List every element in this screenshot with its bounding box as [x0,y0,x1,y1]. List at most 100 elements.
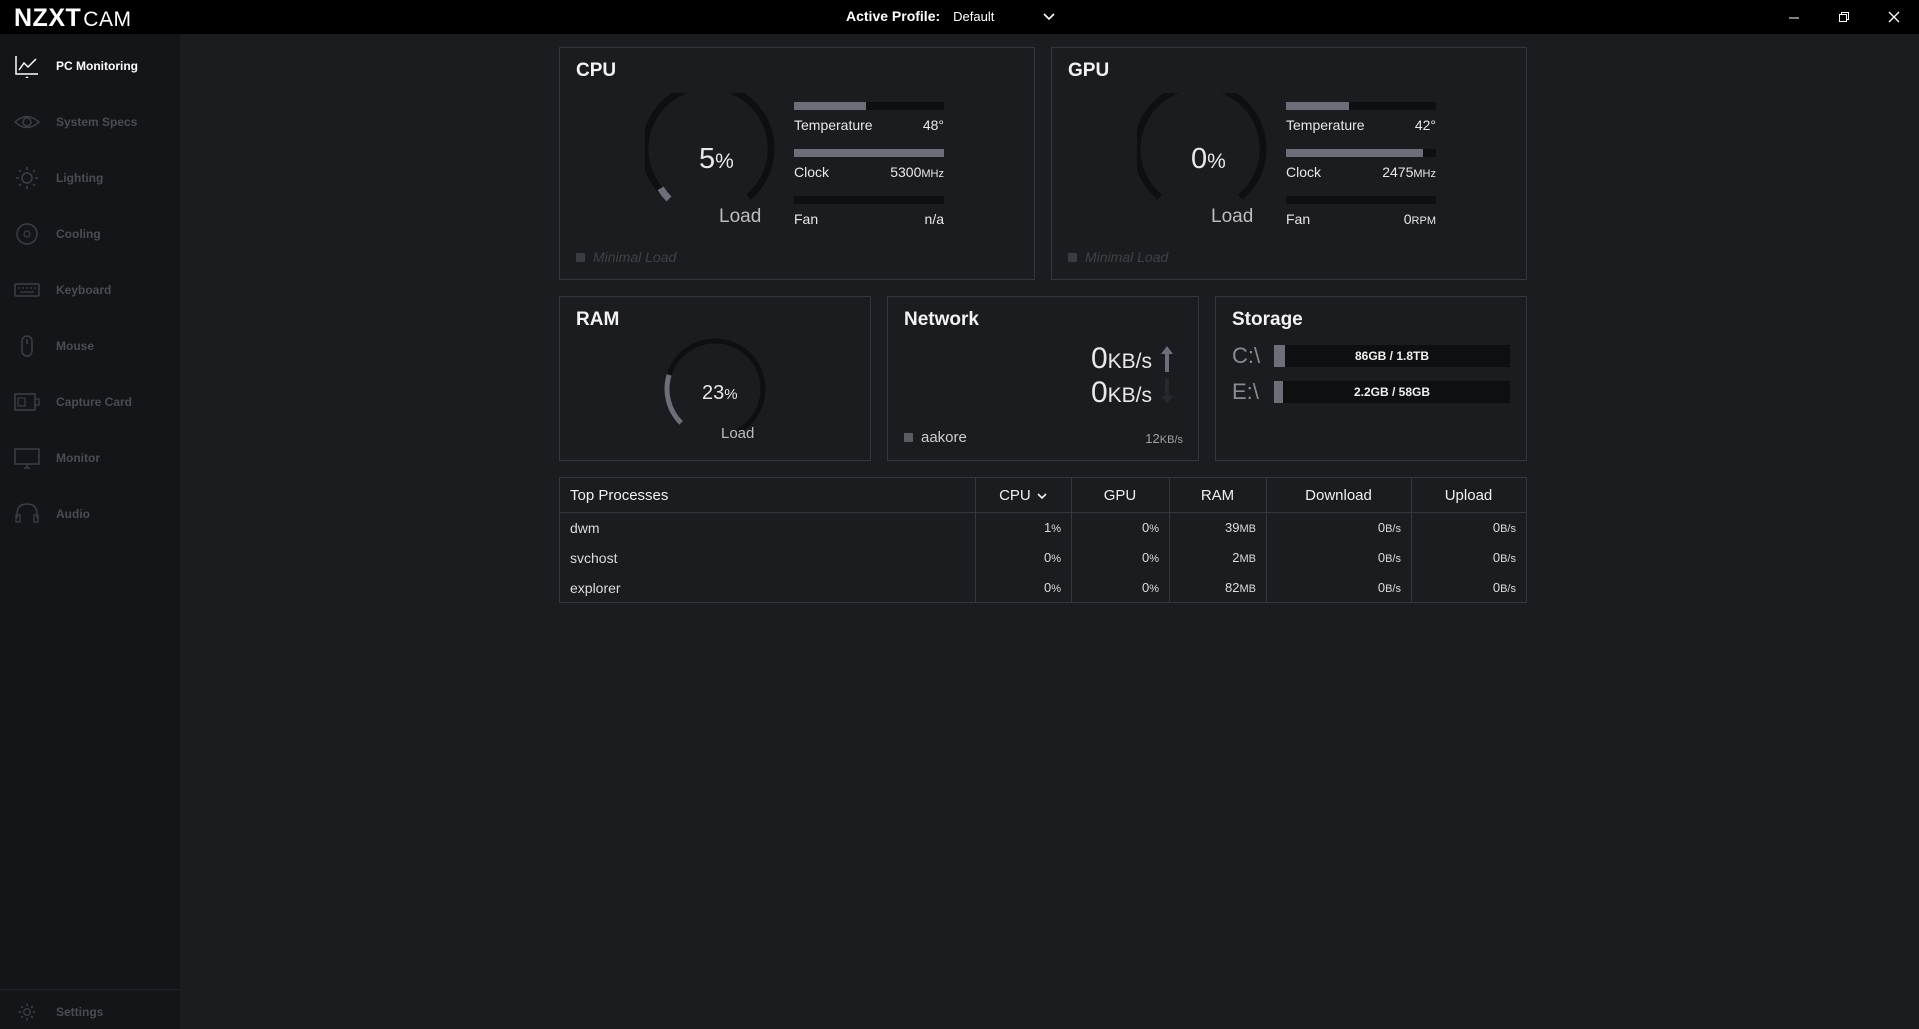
process-cpu-value: 0% [975,543,1061,573]
status-dot-icon [1068,252,1077,262]
restore-button[interactable] [1832,6,1856,28]
network-download-number: 0 [1090,376,1108,409]
process-upload-value: 0B/s [1411,543,1516,573]
ram-load-unit: % [724,386,738,403]
process-download-unit: B/s [1385,523,1401,535]
process-download-number: 0 [1377,580,1386,595]
storage-panel: Storage C:\ 86GB / 1.8TB E:\ 2.2GB / 58G… [1215,296,1527,461]
cpu-clock-unit: MHz [921,168,944,180]
active-profile-label: Active Profile: [846,8,941,24]
header-gpu[interactable]: GPU [1071,478,1169,513]
table-row[interactable]: svchost 0% 0% 2MB 0B/s 0B/s [560,543,1526,573]
upload-arrow-icon [1161,346,1173,372]
process-name: svchost [570,550,618,566]
drive-usage-bar: 86GB / 1.8TB [1274,345,1510,367]
header-upload[interactable]: Upload [1411,478,1526,513]
gpu-clock-unit: MHz [1413,168,1436,180]
storage-drive-e: E:\ 2.2GB / 58GB [1232,379,1522,405]
header-download[interactable]: Download [1266,478,1411,513]
cpu-temperature-bar [794,102,944,110]
cpu-temperature-fill [794,102,866,110]
sidebar-item-audio[interactable]: Audio [0,494,180,534]
process-download-number: 0 [1377,550,1386,565]
active-profile-selector[interactable]: Active Profile: Default [846,8,1055,24]
brand-name: NZXT [14,4,82,32]
process-download-value: 0B/s [1266,543,1401,573]
line-chart-icon [15,56,38,78]
cpu-fan-label: Fan [794,211,819,227]
network-download-unit: KB/s [1107,384,1152,407]
gpu-temperature-bar [1286,102,1436,110]
sidebar-item-keyboard[interactable]: Keyboard [0,270,180,310]
fan-icon [16,223,38,245]
sidebar-item-lighting[interactable]: Lighting [0,158,180,198]
process-upload-number: 0 [1492,580,1501,595]
sort-descending-icon [1037,493,1047,500]
process-ram-value: 2MB [1169,543,1256,573]
table-row[interactable]: dwm 1% 0% 39MB 0B/s 0B/s [560,513,1526,543]
process-upload-value: 0B/s [1411,573,1516,603]
storage-title: Storage [1232,309,1303,330]
minimize-button[interactable] [1782,6,1806,28]
drive-letter: C:\ [1232,343,1261,368]
top-processes-table: Top Processes CPU GPU RAM Download Uploa… [559,477,1527,603]
active-profile-value: Default [953,8,995,24]
gpu-load-unit: % [1207,150,1226,173]
cpu-clock-label: Clock [794,164,830,180]
close-icon [1888,11,1900,23]
gpu-fan-label: Fan [1286,211,1311,227]
eye-icon [14,115,40,129]
drive-usage-text: 86GB / 1.8TB [1354,349,1430,363]
sidebar-item-system-specs[interactable]: System Specs [0,102,180,142]
headset-icon [15,503,39,523]
cpu-clock-value: 5300MHz [890,164,944,180]
sidebar-item-capture-card[interactable]: Capture Card [0,382,180,422]
drive-usage-text: 2.2GB / 58GB [1353,385,1431,399]
close-button[interactable] [1882,6,1906,28]
sidebar-item-pc-monitoring[interactable]: PC Monitoring [0,46,180,86]
process-ram-number: 82 [1225,580,1240,595]
table-row[interactable]: explorer 0% 0% 82MB 0B/s 0B/s [560,573,1526,603]
process-ram-number: 39 [1225,520,1240,535]
sidebar-item-monitor[interactable]: Monitor [0,438,180,478]
process-gpu-value: 0% [1071,573,1159,603]
ram-title: RAM [576,309,620,330]
restore-icon [1839,12,1849,22]
process-download-unit: B/s [1385,583,1401,595]
gpu-clock-value: 2475MHz [1382,164,1436,180]
gpu-load-value: 0% [1191,143,1226,176]
header-process-name: Top Processes [570,487,669,504]
sidebar-item-mouse[interactable]: Mouse [0,326,180,366]
process-upload-unit: B/s [1500,523,1516,535]
gpu-fan-number: 0 [1403,211,1412,227]
sidebar-item-label: System Specs [56,115,138,129]
sidebar-item-label: Capture Card [56,395,133,409]
settings-label: Settings [56,1005,104,1019]
process-cpu-unit: % [1051,523,1061,535]
chevron-down-icon[interactable] [1043,8,1055,24]
gpu-clock-bar [1286,149,1436,157]
process-ram-number: 2 [1232,550,1240,565]
adapter-dot-icon [904,433,913,442]
process-gpu-unit: % [1149,553,1159,565]
network-total-rate: 12KB/s [1145,431,1183,446]
cpu-clock-bar [794,149,944,157]
sidebar-item-cooling[interactable]: Cooling [0,214,180,254]
sidebar-item-settings[interactable]: Settings [0,992,180,1029]
ram-load-label: Load [721,425,755,442]
network-adapter: aakore [904,429,967,446]
process-ram-unit: MB [1239,523,1257,535]
cpu-clock-fill [794,149,944,157]
minimize-icon [1789,17,1799,19]
process-download-value: 0B/s [1266,513,1401,543]
process-ram-unit: MB [1239,583,1257,595]
cpu-status-text: Minimal Load [593,249,677,265]
gpu-status: Minimal Load [1068,249,1168,265]
sidebar-item-label: Keyboard [56,283,112,297]
gpu-fan-bar [1286,196,1436,204]
process-ram-value: 82MB [1169,573,1256,603]
header-ram[interactable]: RAM [1169,478,1266,513]
process-download-unit: B/s [1385,553,1401,565]
header-cpu[interactable]: CPU [975,478,1071,513]
sun-icon [16,167,38,189]
